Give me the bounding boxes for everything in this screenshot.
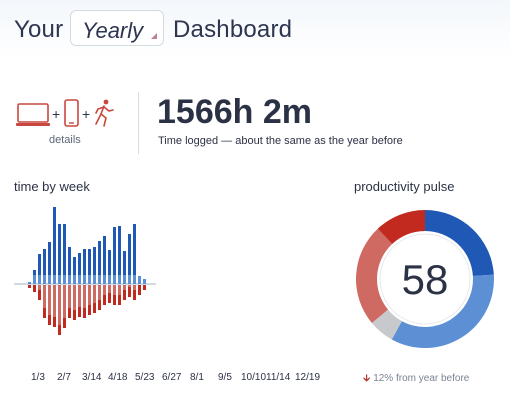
plus-icon: + (52, 106, 60, 122)
week-axis-tick-label: 5/23 (135, 372, 155, 383)
pulse-change-text: 12% from year before (373, 373, 470, 384)
week-bar-productive-light (43, 275, 46, 284)
week-bar-productive-light (93, 275, 96, 284)
week-axis-tick-label: 12/19 (295, 372, 321, 383)
week-bar-productive-light (133, 275, 136, 284)
week-bar-distracting-dark (138, 285, 141, 295)
activity-runner-icon (95, 99, 114, 127)
week-bar-distracting-dark (28, 285, 31, 288)
divider (138, 92, 139, 154)
week-bar-distracting-dark (38, 290, 41, 300)
plus-icon: + (82, 106, 90, 122)
week-bar-productive-light (83, 275, 86, 284)
week-bar-productive-light (108, 275, 111, 284)
details-label: details (49, 134, 81, 146)
laptop-icon (16, 103, 50, 126)
week-bar-distracting-dark (93, 303, 96, 313)
week-bar-distracting-dark (78, 307, 81, 317)
week-bar-distracting-dark (68, 308, 71, 318)
weekly-chart-title: time by week (14, 179, 90, 194)
week-axis-tick-label: 11/14 (266, 372, 291, 383)
title-prefix: Your (14, 16, 64, 43)
week-bar-distracting-dark (113, 295, 116, 305)
devices-details-link[interactable]: + + details (16, 98, 122, 148)
period-dropdown[interactable]: Yearly (70, 10, 164, 46)
week-bar-productive-light (143, 279, 146, 284)
week-axis-tick-label: 8/1 (190, 372, 204, 383)
week-axis-tick-label: 1/3 (31, 372, 45, 383)
week-bar-distracting-dark (133, 290, 136, 300)
week-bar-productive-light (103, 275, 106, 284)
week-bar-distracting-dark (143, 285, 146, 290)
week-axis-tick-label: 3/14 (82, 372, 102, 383)
week-bar-productive-light (123, 275, 126, 284)
week-bar-distracting-dark (108, 293, 111, 303)
week-bar-productive-light (98, 275, 101, 284)
week-bar-productive-light (63, 275, 66, 284)
weekly-bar-chart[interactable] (10, 198, 160, 350)
week-bar-distracting-dark (73, 310, 76, 320)
week-bar-productive-light (28, 282, 31, 284)
week-bar-distracting-dark (98, 300, 101, 310)
phone-icon (64, 99, 79, 127)
week-axis-tick-label: 4/18 (108, 372, 128, 383)
productivity-pulse-donut[interactable]: 58 (352, 206, 498, 352)
week-bar-productive (53, 207, 56, 284)
week-bar-productive-light (38, 275, 41, 284)
week-bar-distracting-dark (48, 315, 51, 325)
period-dropdown-value: Yearly (82, 18, 144, 43)
week-bar-distracting-dark (43, 308, 46, 318)
pulse-change: 🡳 12% from year before (363, 371, 469, 388)
week-axis-tick-label: 10/10 (241, 372, 267, 383)
week-bar-distracting-dark (53, 317, 56, 327)
week-bar-distracting-dark (88, 305, 91, 315)
week-bar-distracting-dark (128, 287, 131, 297)
week-bar-productive-light (53, 275, 56, 284)
week-bar-distracting-dark (118, 295, 121, 305)
week-bar-distracting-dark (103, 295, 106, 305)
week-bar-productive-light (118, 275, 121, 284)
distracting-slice (356, 228, 393, 323)
week-bar-productive-light (58, 275, 61, 284)
week-bar-distracting-dark (58, 325, 61, 335)
week-bar-productive-light (73, 275, 76, 284)
week-bar-productive-light (68, 275, 71, 284)
week-bar-distracting-dark (63, 318, 66, 328)
week-bar-productive-light (128, 275, 131, 284)
week-bar-productive-light (78, 275, 81, 284)
down-arrow-icon: 🡳 (363, 373, 371, 384)
title-suffix: Dashboard (173, 16, 293, 43)
week-bar-productive-light (48, 275, 51, 284)
svg-text:+: + (82, 106, 90, 122)
svg-text:+: + (52, 106, 60, 122)
week-axis-tick-label: 6/27 (162, 372, 182, 383)
productivity-score: 58 (402, 256, 449, 303)
week-bar-productive-light (88, 275, 91, 284)
week-bar-productive-light (138, 276, 141, 284)
week-bar-distracting-dark (33, 285, 36, 292)
dropdown-caret-icon (151, 33, 157, 39)
week-axis-tick-label: 2/7 (57, 372, 71, 383)
week-axis-tick-label: 9/5 (218, 372, 232, 383)
time-logged-value: 1566h 2m (157, 93, 312, 131)
week-bar-productive-light (113, 275, 116, 284)
time-logged-note: Time logged — about the same as the year… (158, 135, 403, 147)
week-bar-distracting-dark (83, 308, 86, 318)
productivity-pulse-title: productivity pulse (354, 179, 455, 194)
week-bar-productive-light (33, 275, 36, 284)
week-bar-distracting-dark (123, 290, 126, 300)
